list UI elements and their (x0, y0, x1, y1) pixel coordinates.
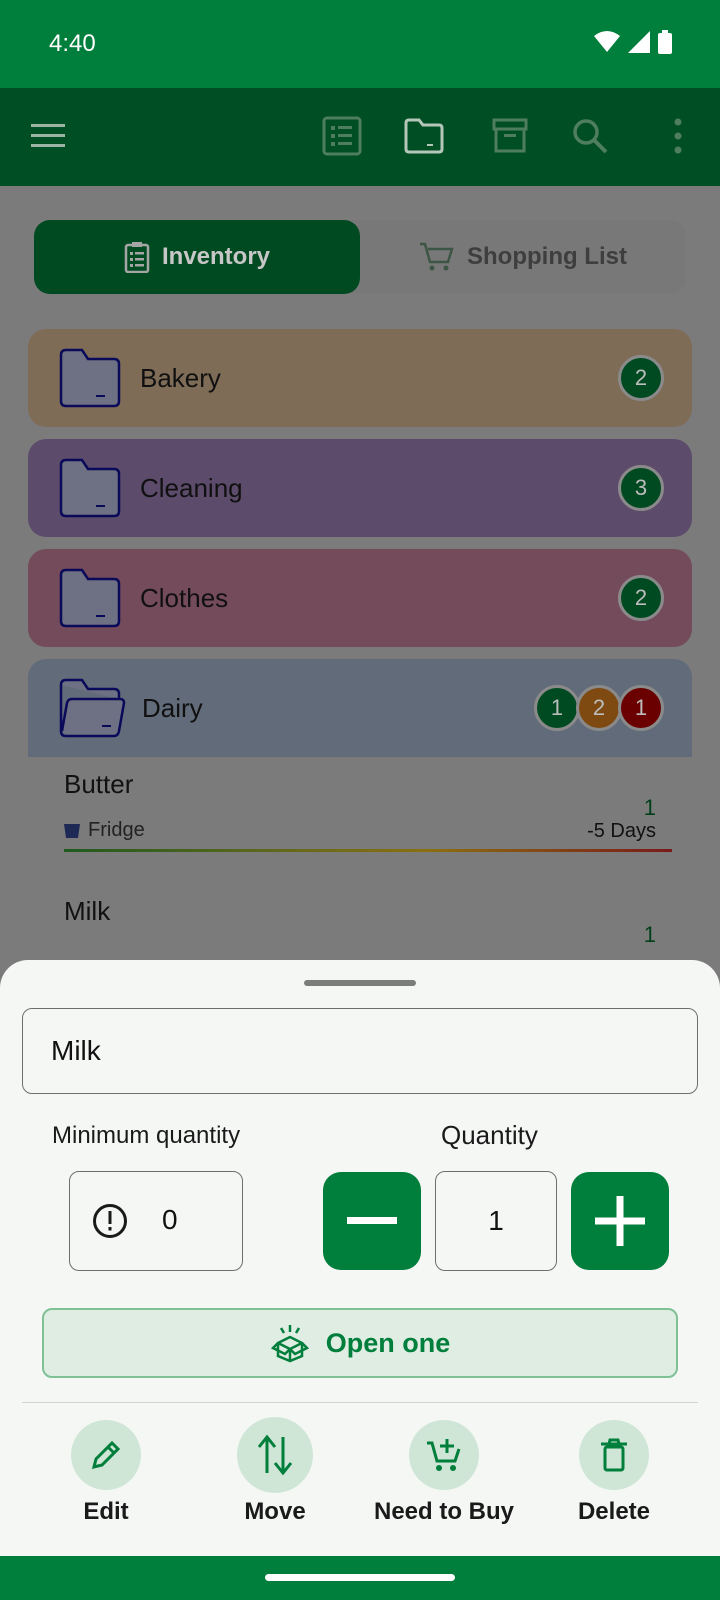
inventory-icon (124, 242, 150, 273)
open-one-button[interactable]: Open one (42, 1308, 678, 1378)
status-time: 4:40 (49, 30, 96, 57)
navigation-bar (0, 1556, 720, 1600)
item-name: Milk (64, 896, 111, 926)
minimum-quantity-label: Minimum quantity (52, 1122, 241, 1149)
count-badge: 3 (618, 465, 664, 511)
status-bar: 4:40 (0, 0, 720, 88)
item-name-input[interactable] (22, 1008, 698, 1094)
quantity-label: Quantity (441, 1120, 538, 1150)
folder-dairy[interactable]: Dairy 1 2 1 (28, 659, 692, 757)
need-to-buy-label: Need to Buy (373, 1498, 514, 1525)
drag-handle[interactable] (304, 980, 416, 986)
folder-name: Cleaning (140, 473, 243, 503)
item-row-butter[interactable]: Butter Fridge 1 -5 Days (28, 757, 692, 884)
storage-icon (64, 823, 80, 838)
count-badge: 2 (618, 355, 664, 401)
decrease-quantity-button[interactable] (323, 1172, 421, 1270)
expiry-progress-bar (64, 849, 672, 852)
item-quantity: 1 (643, 922, 656, 947)
folder-icon (59, 348, 121, 408)
delete-label: Delete (577, 1498, 651, 1525)
count-badge-orange: 2 (576, 685, 622, 731)
folder-cleaning[interactable]: Cleaning 3 (28, 439, 692, 537)
more-options-icon[interactable] (654, 112, 702, 160)
item-quantity: 1 (643, 795, 656, 820)
item-location-label: Fridge (88, 819, 145, 841)
folder-open-icon (59, 678, 126, 738)
trash-icon (601, 1438, 627, 1472)
folder-name: Clothes (140, 583, 229, 613)
app-bar (0, 88, 720, 186)
move-action[interactable]: Move (195, 1417, 355, 1526)
status-icons (594, 30, 672, 54)
need-to-buy-action[interactable]: Need to Buy (364, 1420, 524, 1526)
item-row-milk[interactable]: Milk 1 (28, 884, 692, 964)
home-gesture-pill[interactable] (265, 1574, 455, 1581)
tab-shopping-list[interactable]: Shopping List (360, 220, 686, 294)
count-badge-green: 1 (534, 685, 580, 731)
minimum-quantity-field[interactable]: 0 (69, 1171, 243, 1271)
add-to-cart-icon (427, 1439, 461, 1471)
item-bottom-sheet: Minimum quantity Quantity 0 1 Open one E… (0, 960, 720, 1560)
folder-icon (59, 568, 121, 628)
signal-icon (628, 31, 650, 53)
item-name: Butter (64, 769, 134, 799)
delete-action[interactable]: Delete (534, 1420, 694, 1526)
count-badge: 2 (618, 575, 664, 621)
plus-icon (595, 1196, 645, 1246)
archive-icon[interactable] (486, 112, 534, 160)
alert-icon (93, 1204, 127, 1238)
minimum-quantity-value: 0 (162, 1204, 178, 1235)
search-icon[interactable] (566, 112, 614, 160)
folder-bakery[interactable]: Bakery 2 (28, 329, 692, 427)
tab-inventory[interactable]: Inventory (34, 220, 360, 294)
open-one-label: Open one (325, 1327, 451, 1358)
folder-clothes[interactable]: Clothes 2 (28, 549, 692, 647)
edit-label: Edit (83, 1498, 129, 1525)
move-arrows-icon (257, 1434, 293, 1476)
tab-bar: Inventory Shopping List (34, 220, 686, 294)
item-expiry-days: -5 Days (587, 820, 656, 842)
checklist-icon[interactable] (318, 112, 366, 160)
folder-icon[interactable] (400, 112, 448, 160)
minus-icon (347, 1217, 397, 1224)
move-label: Move (244, 1498, 306, 1525)
wifi-icon (594, 31, 620, 52)
tab-inventory-label: Inventory (161, 243, 271, 270)
tab-shopping-label: Shopping List (467, 243, 627, 270)
edit-action[interactable]: Edit (26, 1420, 186, 1526)
cart-icon (420, 242, 454, 271)
folder-icon (59, 458, 121, 518)
pencil-icon (91, 1440, 121, 1470)
folder-name: Dairy (142, 693, 203, 723)
increase-quantity-button[interactable] (571, 1172, 669, 1270)
count-badge-red: 1 (618, 685, 664, 731)
open-box-icon (270, 1325, 309, 1363)
menu-icon[interactable] (24, 112, 72, 160)
battery-icon (658, 30, 672, 54)
item-location: Fridge (64, 819, 145, 842)
divider (22, 1402, 698, 1403)
quantity-field[interactable]: 1 (435, 1171, 557, 1271)
folder-name: Bakery (140, 363, 221, 393)
